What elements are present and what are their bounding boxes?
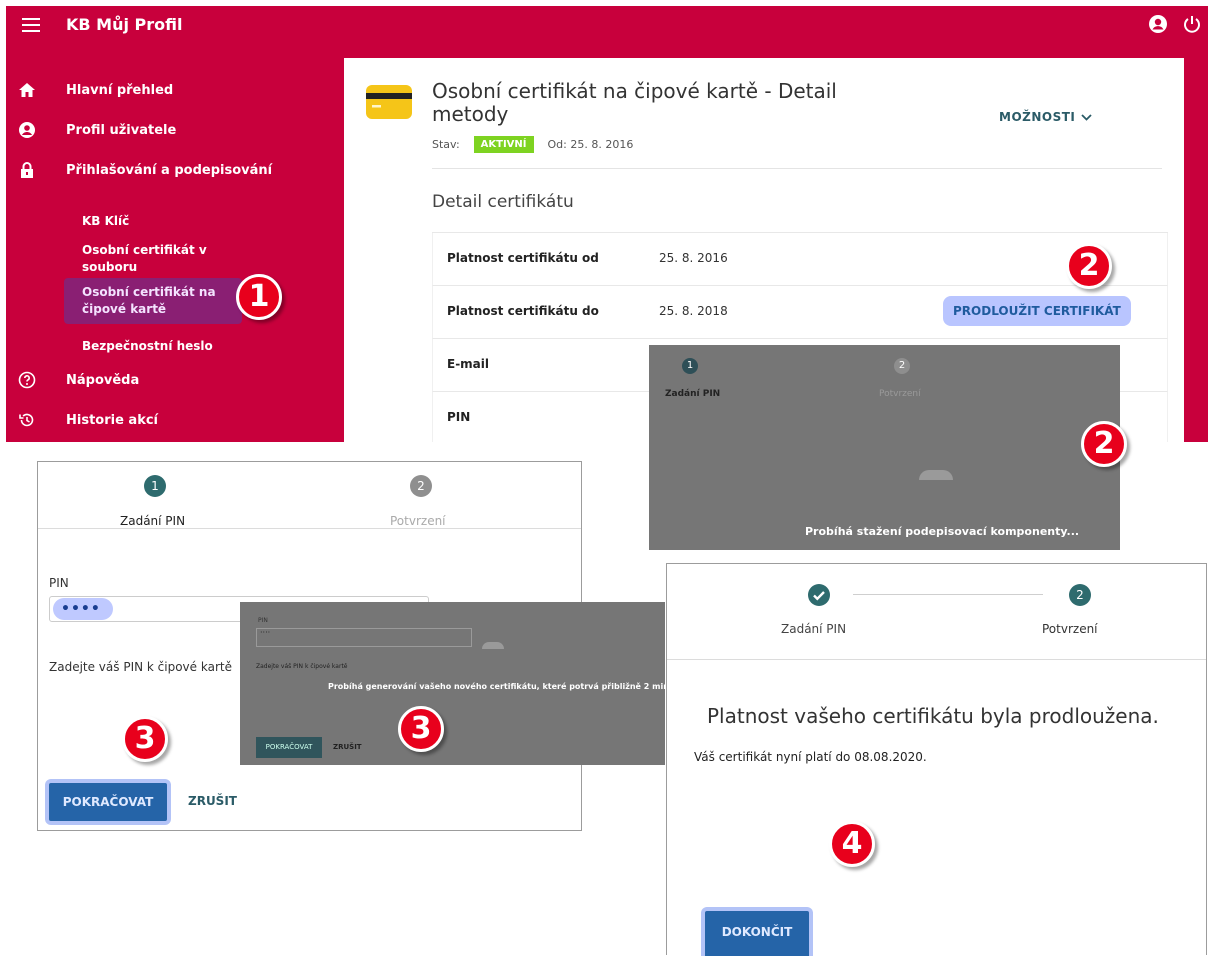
callout-badge: 2 (1066, 243, 1112, 289)
table-row: Platnost certifikátu do 25. 8. 2018 PROD… (432, 286, 1168, 339)
smart-card-icon (366, 85, 412, 119)
step-1-label: Zadání PIN (781, 622, 847, 636)
help-icon (18, 371, 36, 389)
lock-icon (21, 162, 33, 178)
callout-badge: 2 (1081, 421, 1127, 467)
divider (667, 659, 1206, 660)
row-value: 25. 8. 2016 (659, 251, 728, 265)
sidebar-item-label: Přihlašování a podepisování (66, 162, 273, 178)
sidebar-item-label: Profil uživatele (66, 122, 177, 138)
user-icon (19, 122, 35, 138)
finish-button[interactable]: DOKONČIT (701, 907, 813, 956)
extend-certificate-button[interactable]: PRODLOUŽIT CERTIFIKÁT (943, 296, 1131, 326)
pin-input-value: •••• (53, 598, 113, 620)
step-1-complete-indicator (808, 584, 830, 606)
options-label: MOŽNOSTI (999, 110, 1076, 124)
pin-help-text: Zadejte váš PIN k čipové kartě (49, 660, 232, 674)
callout-badge: 3 (122, 716, 168, 762)
divider (38, 528, 581, 529)
section-title: Detail certifikátu (432, 192, 574, 212)
status-label: Stav: (432, 138, 460, 151)
pin-field-label: PIN (258, 617, 268, 624)
power-icon[interactable] (1182, 14, 1202, 34)
callout-badge: 3 (398, 706, 444, 752)
cancel-button[interactable]: ZRUŠIT (188, 794, 237, 808)
sidebar-subitem-kb-key[interactable]: KB Klíč (82, 213, 242, 230)
top-bar: KB Můj Profil (6, 6, 1208, 46)
chevron-down-icon (1081, 113, 1093, 121)
pin-field-label: PIN (49, 576, 69, 590)
sidebar-item-label: Hlavní přehled (66, 82, 174, 98)
status-badge: AKTIVNÍ (473, 136, 534, 153)
user-account-icon[interactable] (1148, 14, 1168, 34)
row-label: PIN (447, 410, 471, 424)
sidebar-item-label: Historie akcí (66, 412, 159, 428)
pin-input-value: ···· (260, 628, 271, 637)
step-connector (853, 594, 1043, 595)
finish-button-label: DOKONČIT (705, 911, 809, 956)
download-progress-overlay: 1 2 Zadání PIN Potvrzení Probíhá stažení… (649, 345, 1120, 550)
confirmation-panel: 2 Zadání PIN Potvrzení Platnost vašeho c… (666, 563, 1207, 956)
home-icon (19, 83, 35, 97)
generate-progress-overlay: PIN ···· Zadejte váš PIN k čipové kartě … (240, 602, 665, 765)
callout-badge: 4 (829, 821, 875, 867)
table-row: Platnost certifikátu od 25. 8. 2016 (432, 233, 1168, 286)
confirmation-title: Platnost vašeho certifikátu byla prodlou… (707, 704, 1159, 728)
pin-help-text: Zadejte váš PIN k čipové kartě (256, 663, 348, 670)
check-icon (813, 591, 825, 601)
row-value: 25. 8. 2018 (659, 304, 728, 318)
page-title: Osobní certifikát na čipové kartě - Deta… (432, 79, 837, 126)
step-2-indicator: 2 (410, 475, 432, 497)
history-icon (19, 413, 34, 427)
step-1-label: Zadání PIN (665, 389, 721, 399)
continue-button-label: POKRAČOVAT (49, 783, 167, 821)
status-row: Stav: AKTIVNÍ Od: 25. 8. 2016 (432, 136, 633, 153)
row-label: E-mail (447, 357, 490, 371)
step-1-label: Zadání PIN (120, 514, 186, 528)
sidebar: Hlavní přehled Profil uživatele Přihlašo… (6, 46, 336, 442)
sidebar-subitem-file-certificate[interactable]: Osobní certifikát v souboru (82, 242, 242, 276)
step-2-label: Potvrzení (390, 514, 446, 528)
cancel-button: ZRUŠIT (333, 743, 362, 751)
pin-input (256, 628, 472, 647)
confirmation-text: Váš certifikát nyní platí do 08.08.2020. (694, 750, 927, 764)
row-label: Platnost certifikátu do (447, 304, 599, 318)
step-2-label: Potvrzení (1042, 622, 1098, 636)
sidebar-item-label: Nápověda (66, 372, 140, 388)
step-2-indicator: 2 (894, 358, 910, 374)
divider (432, 168, 1162, 169)
callout-badge: 1 (236, 274, 282, 320)
hamburger-menu-icon[interactable] (22, 18, 40, 32)
step-1-indicator: 1 (144, 475, 166, 497)
active-since: Od: 25. 8. 2016 (547, 138, 634, 151)
step-2-label: Potvrzení (879, 389, 921, 399)
row-label: Platnost certifikátu od (447, 251, 599, 265)
progress-message: Probíhá generování vašeho nového certifi… (328, 682, 665, 691)
loading-spinner-icon (482, 642, 504, 649)
progress-message: Probíhá stažení podepisovací komponenty.… (805, 525, 1080, 538)
loading-spinner-icon (919, 470, 953, 480)
continue-button[interactable]: POKRAČOVAT (45, 779, 171, 825)
sidebar-subitem-security-password[interactable]: Bezpečnostní heslo (82, 338, 242, 355)
step-1-indicator: 1 (682, 358, 698, 374)
sidebar-subitem-smartcard-certificate[interactable]: Osobní certifikát na čipové kartě (64, 278, 242, 324)
options-button[interactable]: MOŽNOSTI (999, 110, 1093, 124)
step-2-indicator: 2 (1069, 584, 1091, 606)
app-title: KB Můj Profil (66, 15, 183, 34)
continue-button: POKRAČOVAT (256, 737, 322, 758)
